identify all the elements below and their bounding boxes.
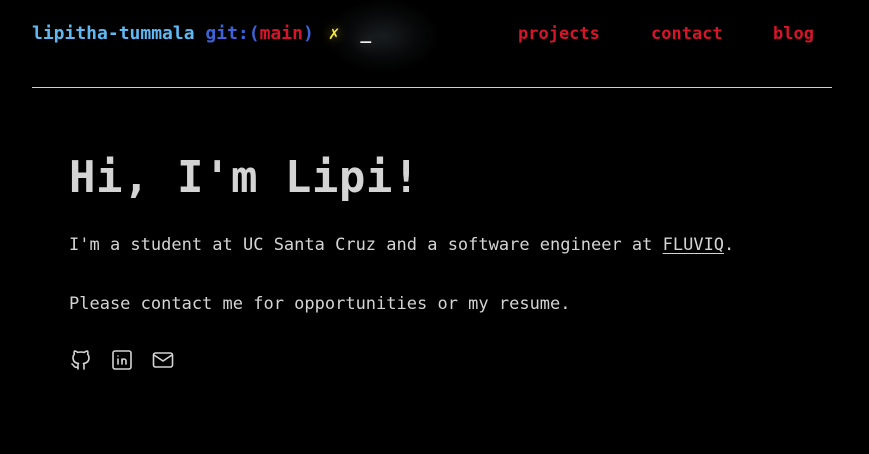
site-header: lipitha-tummala git:(main) ✗ _ projects … [32, 0, 832, 88]
page-title: Hi, I'm Lipi! [69, 152, 420, 203]
prompt-branch: main [259, 23, 303, 44]
terminal-prompt: lipitha-tummala git:(main) ✗ _ [32, 22, 371, 46]
fluviq-link[interactable]: FLUVIQ [663, 235, 724, 255]
github-link[interactable] [69, 348, 93, 372]
nav-link-projects[interactable]: projects [518, 22, 600, 46]
mail-icon [152, 352, 174, 368]
nav-link-contact[interactable]: contact [651, 22, 723, 46]
prompt-git-label: git:(main) [205, 23, 314, 44]
intro-period: . [724, 235, 735, 255]
github-icon [71, 350, 90, 370]
email-link[interactable] [151, 348, 175, 372]
main-content: Hi, I'm Lipi! I'm a student at UC Santa … [69, 140, 829, 370]
linkedin-link[interactable] [110, 348, 134, 372]
intro-text: I'm a student at UC Santa Cruz and a sof… [69, 235, 663, 255]
prompt-user: lipitha-tummala [32, 23, 195, 44]
social-links [69, 348, 175, 372]
prompt-dirty-marker: ✗ [328, 23, 340, 44]
intro-paragraph: I'm a student at UC Santa Cruz and a sof… [69, 233, 734, 257]
linkedin-icon [112, 350, 132, 370]
prompt-cursor: _ [360, 23, 372, 44]
contact-paragraph: Please contact me for opportunities or m… [69, 294, 571, 314]
nav-link-blog[interactable]: blog [773, 22, 814, 46]
